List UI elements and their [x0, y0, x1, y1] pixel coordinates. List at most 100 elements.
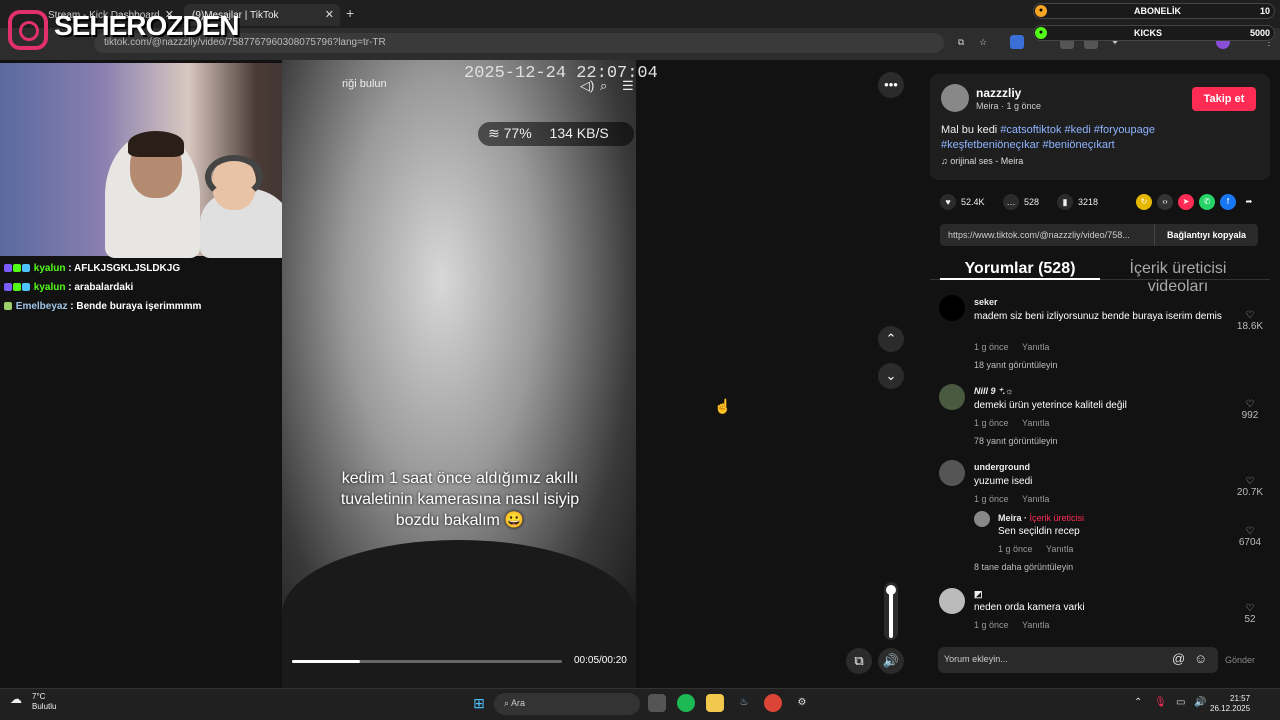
- wifi-strength: 77%: [503, 125, 532, 141]
- volume-handle[interactable]: [886, 585, 896, 595]
- kicks-goal-bar: ● KICKS 5000: [1033, 25, 1275, 41]
- app-icon[interactable]: ⚙: [793, 694, 811, 712]
- send-to-friends-icon[interactable]: ➤: [1178, 194, 1194, 210]
- video-progress-fill: [292, 660, 360, 663]
- commenter-avatar[interactable]: [939, 588, 965, 614]
- clock-date: 26.12.2025: [1210, 704, 1251, 713]
- volume-button[interactable]: 🔊: [878, 648, 904, 674]
- reply-username[interactable]: Meira: [998, 513, 1022, 523]
- stream-chat: kyalun : AFLKJSGKLJSLDKJG kyalun : araba…: [0, 260, 282, 317]
- reply-header: Meira · İçerik üreticisi: [998, 513, 1085, 523]
- search-placeholder: Ara: [511, 698, 526, 708]
- heart-outline-icon: ♡: [1245, 399, 1255, 410]
- comment-username[interactable]: Nill 9 ⁺.☼: [974, 386, 1014, 397]
- streamer-hair: [128, 131, 184, 157]
- facebook-icon[interactable]: f: [1220, 194, 1236, 210]
- save-stat[interactable]: ▮ 3218: [1057, 194, 1098, 210]
- previous-video-button[interactable]: ⌃: [878, 326, 904, 352]
- microphone-icon[interactable]: 🎙: [1154, 697, 1167, 708]
- reply-button[interactable]: Yanıtla: [1022, 620, 1049, 630]
- view-replies-button[interactable]: 78 yanıt görüntüleyin: [974, 436, 1058, 446]
- comment-like-button[interactable]: ♡ 992: [1230, 399, 1270, 421]
- chat-text: arabalardaki: [74, 282, 134, 293]
- comment-time: 1 g önce: [974, 620, 1009, 630]
- tray-chevron-icon[interactable]: ⌃: [1134, 697, 1142, 708]
- start-menu-icon[interactable]: ⊞: [470, 694, 488, 712]
- taskbar-search[interactable]: ⌕ Ara: [494, 693, 640, 715]
- comment-like-button[interactable]: ♡ 20.7K: [1230, 476, 1270, 498]
- hashtags[interactable]: #keşfetbeniöneçıkar #beniöneçıkart: [941, 139, 1115, 151]
- badge-icon: [4, 302, 12, 310]
- chat-username[interactable]: Emelbeyaz: [16, 301, 68, 312]
- comment-like-button[interactable]: ♡ 52: [1230, 603, 1270, 625]
- like-count: 52.4K: [961, 197, 985, 207]
- follow-button[interactable]: Takip et: [1192, 87, 1256, 111]
- heart-outline-icon: ♡: [1245, 476, 1255, 487]
- view-more-replies-button[interactable]: 8 tane daha görüntüleyin: [974, 562, 1073, 572]
- network-icon[interactable]: ▭: [1176, 697, 1185, 708]
- reply-like-count: 6704: [1238, 537, 1262, 548]
- copy-link-button[interactable]: Bağlantıyı kopyala: [1154, 224, 1258, 246]
- author-username[interactable]: nazzzliy: [976, 86, 1021, 100]
- share-link-url[interactable]: https://www.tiktok.com/@nazzzliy/video/7…: [948, 230, 1148, 240]
- embed-icon[interactable]: ‹›: [1157, 194, 1173, 210]
- network-speed: 134 KB/S: [549, 125, 609, 141]
- headphones-icon: [205, 155, 263, 199]
- wifi-icon: ≋: [488, 125, 504, 141]
- whatsapp-icon[interactable]: ✆: [1199, 194, 1215, 210]
- send-button[interactable]: Gönder: [1225, 655, 1255, 665]
- reply-button[interactable]: Yanıtla: [1046, 544, 1073, 554]
- clock-time: 21:57: [1230, 694, 1251, 703]
- reply-button[interactable]: Yanıtla: [1022, 494, 1049, 504]
- repost-icon[interactable]: ↻: [1136, 194, 1152, 210]
- chat-username[interactable]: kyalun: [34, 282, 66, 293]
- comment-username[interactable]: ◩: [974, 589, 983, 600]
- tab-comments[interactable]: Yorumlar (528): [940, 260, 1100, 280]
- comment-username[interactable]: underground: [974, 462, 1030, 472]
- share-icon[interactable]: ➦: [1241, 194, 1257, 210]
- spotify-icon[interactable]: [677, 694, 695, 712]
- speaker-icon[interactable]: 🔊: [1194, 697, 1206, 708]
- commenter-avatar[interactable]: [939, 384, 965, 410]
- description-text: Mal bu kedi: [941, 124, 1001, 136]
- tab-creator-videos[interactable]: İçerik üreticisi videoları: [1100, 260, 1256, 295]
- file-explorer-icon[interactable]: [706, 694, 724, 712]
- view-replies-button[interactable]: 18 yanıt görüntüleyin: [974, 360, 1058, 370]
- chat-message: Emelbeyaz : Bende buraya işerimmmm: [0, 298, 282, 317]
- video-player[interactable]: [282, 60, 636, 688]
- volume-level: [889, 590, 893, 638]
- chrome-icon[interactable]: [764, 694, 782, 712]
- sub-badge-icon: [4, 264, 12, 272]
- steam-icon[interactable]: ♨: [735, 694, 753, 712]
- chat-username[interactable]: kyalun: [34, 263, 66, 274]
- like-stat[interactable]: ♥ 52.4K: [940, 194, 985, 210]
- comment-like-button[interactable]: ♡ 18.6K: [1230, 310, 1270, 332]
- install-icon[interactable]: ⧉: [954, 35, 968, 49]
- new-tab-button[interactable]: +: [346, 5, 354, 21]
- bookmark-star-icon[interactable]: ☆: [976, 35, 990, 49]
- next-video-button[interactable]: ⌄: [878, 363, 904, 389]
- system-clock[interactable]: 21:57 26.12.2025: [1210, 694, 1250, 714]
- reply-avatar[interactable]: [974, 511, 990, 527]
- comment-like-count: 992: [1241, 410, 1259, 421]
- commenter-avatar[interactable]: [939, 295, 965, 321]
- close-icon[interactable]: ✕: [325, 8, 334, 21]
- hashtags[interactable]: #catsoftiktok #kedi #foryoupage: [1000, 124, 1155, 136]
- picture-in-picture-button[interactable]: ⧉: [846, 648, 872, 674]
- comment-text: yuzume isedi: [974, 476, 1033, 487]
- reply-button[interactable]: Yanıtla: [1022, 418, 1049, 428]
- author-avatar[interactable]: [941, 84, 969, 112]
- heart-outline-icon: ♡: [1245, 526, 1255, 537]
- weather-widget[interactable]: ☁ 7°C Bulutlu: [10, 692, 56, 712]
- reply-like-button[interactable]: ♡ 6704: [1230, 526, 1270, 548]
- comment-stat[interactable]: … 528: [1003, 194, 1039, 210]
- music-link[interactable]: ♫ orijinal ses - Meira: [941, 156, 1023, 166]
- reply-button[interactable]: Yanıtla: [1022, 342, 1049, 352]
- mention-icon[interactable]: @: [1172, 651, 1185, 666]
- more-options-button[interactable]: •••: [878, 72, 904, 98]
- emoji-icon[interactable]: ☺: [1194, 651, 1207, 666]
- comment-username[interactable]: seker: [974, 297, 998, 307]
- task-view-icon[interactable]: [648, 694, 666, 712]
- extension-icon[interactable]: [1010, 35, 1024, 49]
- commenter-avatar[interactable]: [939, 460, 965, 486]
